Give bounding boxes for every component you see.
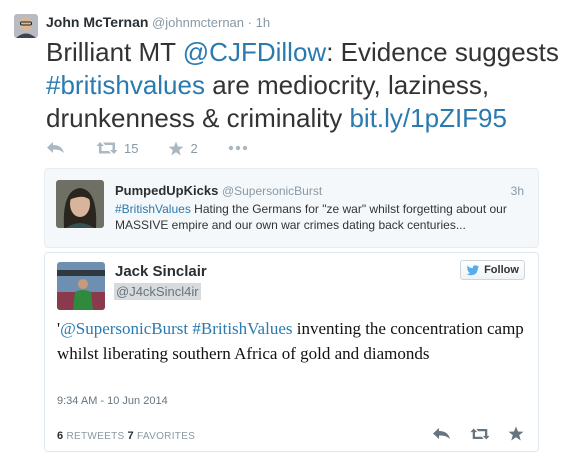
favorite-button[interactable]: 2	[168, 140, 198, 156]
tweet-time[interactable]: 1h	[256, 15, 270, 30]
tweet-timestamp[interactable]: 9:34 AM - 10 Jun 2014	[57, 395, 168, 407]
embedded-tweet-text: '@SupersonicBurst #BritishValues inventi…	[57, 316, 527, 366]
favorite-count: 2	[190, 140, 198, 156]
reply-icon	[47, 142, 64, 153]
author-name[interactable]: PumpedUpKicks	[115, 183, 218, 198]
retweet-button[interactable]	[470, 427, 490, 441]
profile-photo	[14, 14, 38, 38]
reply-button[interactable]	[432, 427, 452, 441]
retweet-button[interactable]: 15	[96, 141, 138, 156]
profile-photo	[56, 180, 104, 228]
author-handle[interactable]: @SupersonicBurst	[222, 184, 322, 198]
star-icon	[168, 141, 184, 155]
favorite-label[interactable]: FAVORITES	[134, 431, 195, 442]
quoted-tweet-text: #BritishValues Hating the Germans for "z…	[115, 201, 525, 233]
twitter-bird-icon	[466, 264, 480, 275]
main-tweet-actions: 15 2	[46, 138, 278, 158]
separator-dot: ·	[247, 15, 252, 30]
author-name[interactable]: John McTernan	[46, 14, 148, 30]
tweet-time[interactable]: 3h	[511, 184, 524, 198]
retweet-count: 15	[124, 140, 139, 156]
reply-button[interactable]	[46, 141, 66, 155]
star-icon	[508, 426, 524, 441]
hashtag-link[interactable]: #BritishValues	[115, 202, 191, 216]
url-link[interactable]: bit.ly/1pZIF95	[349, 103, 507, 133]
reply-icon	[433, 427, 450, 439]
hashtag-link[interactable]: #BritishValues	[192, 319, 292, 338]
pumpedupkicks-avatar[interactable]	[56, 180, 104, 228]
embedded-tweet-actions	[432, 426, 542, 441]
profile-photo	[57, 262, 105, 310]
quoted-tweet-header: PumpedUpKicks @SupersonicBurst	[115, 183, 322, 198]
john-mcternan-avatar[interactable]	[14, 14, 38, 38]
more-icon	[228, 145, 247, 151]
main-tweet-header: John McTernan @johnmcternan · 1h	[46, 14, 270, 30]
mention-link[interactable]: @SupersonicBurst	[60, 319, 188, 338]
author-handle[interactable]: @J4ckSincl4ir	[114, 283, 201, 300]
hashtag-link[interactable]: #britishvalues	[46, 70, 205, 100]
retweet-icon	[96, 142, 118, 154]
retweet-label[interactable]: RETWEETS	[63, 431, 127, 442]
follow-button[interactable]: Follow	[460, 260, 525, 280]
tweet-stats: 6 RETWEETS 7 FAVORITES	[57, 430, 195, 442]
text-segment: Brilliant MT	[46, 37, 183, 67]
author-name[interactable]: Jack Sinclair	[115, 263, 207, 280]
mention-link[interactable]: @CJFDillow	[183, 37, 326, 67]
favorite-button[interactable]	[508, 426, 524, 441]
more-button[interactable]	[228, 145, 248, 151]
follow-label: Follow	[484, 264, 519, 276]
jack-sinclair-avatar[interactable]	[57, 262, 105, 310]
retweet-icon	[470, 428, 490, 439]
main-tweet-text: Brilliant MT @CJFDillow: Evidence sugges…	[46, 36, 581, 135]
text-segment: : Evidence suggests	[326, 37, 559, 67]
author-handle[interactable]: @johnmcternan	[152, 15, 244, 30]
